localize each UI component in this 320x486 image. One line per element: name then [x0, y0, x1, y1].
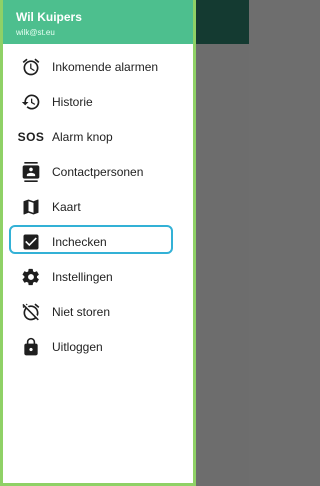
menu-item-label: Alarm knop — [52, 129, 113, 144]
drawer-scrim[interactable] — [196, 44, 249, 486]
menu-item-label: Historie — [52, 94, 93, 109]
menu-item-label: Kaart — [52, 199, 81, 214]
gear-icon — [16, 267, 46, 287]
alarm-clock-icon — [16, 57, 46, 77]
menu-item-inkomende-alarmen[interactable]: Inkomende alarmen — [3, 49, 193, 84]
contact-card-icon — [16, 161, 46, 182]
map-icon — [16, 197, 46, 217]
menu-item-label: Instellingen — [52, 269, 113, 284]
history-icon — [16, 92, 46, 112]
menu-item-uitloggen[interactable]: Uitloggen — [3, 329, 193, 364]
menu-item-contactpersonen[interactable]: Contactpersonen — [3, 154, 193, 189]
menu-item-niet-storen[interactable]: Niet storen — [3, 294, 193, 329]
menu-item-label: Contactpersonen — [52, 164, 144, 179]
sos-icon-text: SOS — [17, 129, 45, 144]
menu-item-label: Niet storen — [52, 304, 111, 319]
menu-item-historie[interactable]: Historie — [3, 84, 193, 119]
user-name: Wil Kuipers — [16, 10, 82, 24]
drawer-menu: Inkomende alarmen Historie SOS Alarm kno… — [3, 49, 193, 364]
menu-item-alarm-knop[interactable]: SOS Alarm knop — [3, 119, 193, 154]
menu-item-instellingen[interactable]: Instellingen — [3, 259, 193, 294]
menu-item-label: Inkomende alarmen — [52, 59, 159, 74]
alarm-off-icon — [16, 302, 46, 322]
lock-icon — [16, 337, 46, 357]
navigation-drawer: Wil Kuipers wilk@st.eu Inkomende alarmen… — [0, 0, 196, 486]
sos-icon: SOS — [16, 127, 46, 147]
menu-item-label: Uitloggen — [52, 339, 103, 354]
menu-item-kaart[interactable]: Kaart — [3, 189, 193, 224]
menu-item-label: Inchecken — [52, 234, 107, 249]
checkbox-icon — [16, 232, 46, 252]
app-toolbar-behind-drawer — [196, 0, 249, 44]
menu-item-inchecken[interactable]: Inchecken — [3, 224, 193, 259]
drawer-header: Wil Kuipers wilk@st.eu — [3, 0, 193, 44]
user-email: wilk@st.eu — [16, 28, 55, 37]
